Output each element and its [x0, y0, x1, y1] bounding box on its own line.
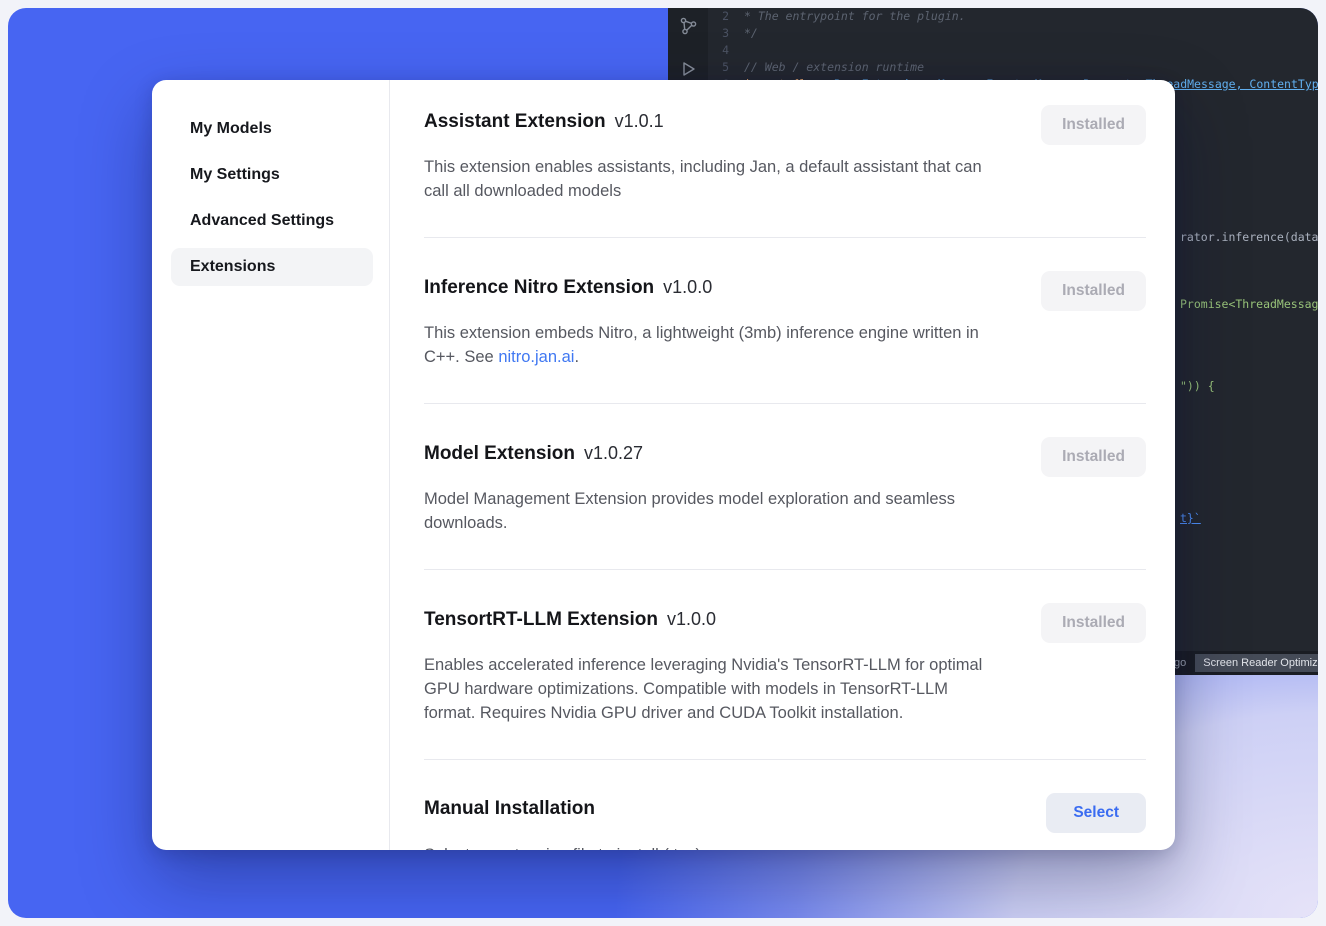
extension-title-text: TensortRT-LLM Extension	[424, 609, 658, 630]
run-and-debug-icon[interactable]	[678, 59, 698, 82]
extension-description: This extension enables assistants, inclu…	[424, 155, 1002, 203]
code-fragment: ")) {	[1180, 378, 1215, 394]
installed-button[interactable]: Installed	[1041, 603, 1146, 643]
code-line: 2 * The entrypoint for the plugin.	[708, 8, 1318, 25]
extension-version: v1.0.0	[667, 609, 716, 629]
extension-name: Model Extension v1.0.27	[424, 440, 643, 467]
manual-installation-description: Select an extension file to install (.tg…	[424, 843, 1002, 850]
description-text: .	[574, 348, 579, 366]
extension-row-tensorrt: TensortRT-LLM Extensionv1.0.0 Installed …	[424, 570, 1146, 760]
extension-version: v1.0.0	[663, 277, 712, 297]
code-line: 5 // Web / extension runtime	[708, 59, 1318, 76]
code-text: * The entrypoint for the plugin.	[744, 8, 966, 25]
extension-description: This extension embeds Nitro, a lightweig…	[424, 321, 1002, 369]
extension-name: Assistant Extension v1.0.1	[424, 108, 664, 135]
code-fragment: t}`	[1180, 510, 1201, 526]
settings-sidebar: My Models My Settings Advanced Settings …	[152, 80, 390, 850]
extension-title-text: Inference Nitro Extension	[424, 277, 654, 298]
code-fragment: Promise<ThreadMessage>	[1180, 296, 1318, 312]
code-fragment: rator.inference(data));	[1180, 229, 1318, 245]
installed-button[interactable]: Installed	[1041, 437, 1146, 477]
manual-installation-row: Manual Installation Select Select an ext…	[424, 760, 1146, 850]
extension-row-assistant: Assistant Extension v1.0.1 Installed This…	[424, 106, 1146, 238]
nitro-jan-ai-link[interactable]: nitro.jan.ai	[498, 348, 574, 366]
screen-reader-badge[interactable]: Screen Reader Optimize	[1195, 654, 1318, 672]
manual-installation-title: Manual Installation	[424, 796, 595, 822]
extension-name: TensortRT-LLM Extension v1.0.0	[424, 606, 716, 633]
sidebar-item-extensions[interactable]: Extensions	[171, 248, 373, 286]
line-number: 3	[708, 25, 744, 42]
code-line: 3 */	[708, 25, 1318, 42]
app-window-background: 2 * The entrypoint for the plugin. 3 */ …	[8, 8, 1318, 918]
installed-button[interactable]: Installed	[1041, 105, 1146, 145]
extension-description: Model Management Extension provides mode…	[424, 487, 1002, 535]
extension-title-text: Assistant Extension	[424, 111, 606, 132]
extension-name: Inference Nitro Extension v1.0.0	[424, 274, 712, 301]
sidebar-item-advanced-settings[interactable]: Advanced Settings	[171, 202, 373, 240]
code-text: // Web / extension runtime	[744, 59, 924, 76]
line-number: 2	[708, 8, 744, 25]
extension-description: Enables accelerated inference leveraging…	[424, 653, 1002, 725]
line-number: 4	[708, 42, 744, 59]
select-file-button[interactable]: Select	[1046, 793, 1146, 833]
extension-version: v1.0.1	[615, 111, 664, 131]
installed-button[interactable]: Installed	[1041, 271, 1146, 311]
code-line: 4	[708, 42, 1318, 59]
extensions-list: Assistant Extension v1.0.1 Installed This…	[390, 80, 1175, 850]
extension-title-text: Model Extension	[424, 443, 575, 464]
code-text: */	[744, 25, 758, 42]
status-item: go	[1174, 657, 1186, 669]
extension-row-nitro: Inference Nitro Extension v1.0.0 Installe…	[424, 238, 1146, 404]
line-number: 5	[708, 59, 744, 76]
extension-version: v1.0.27	[584, 443, 643, 463]
settings-card: My Models My Settings Advanced Settings …	[152, 80, 1175, 850]
graph-icon[interactable]	[678, 16, 698, 39]
extension-row-model: Model Extension v1.0.27 Installed Model M…	[424, 404, 1146, 570]
sidebar-item-my-settings[interactable]: My Settings	[171, 156, 373, 194]
sidebar-item-my-models[interactable]: My Models	[171, 110, 373, 148]
